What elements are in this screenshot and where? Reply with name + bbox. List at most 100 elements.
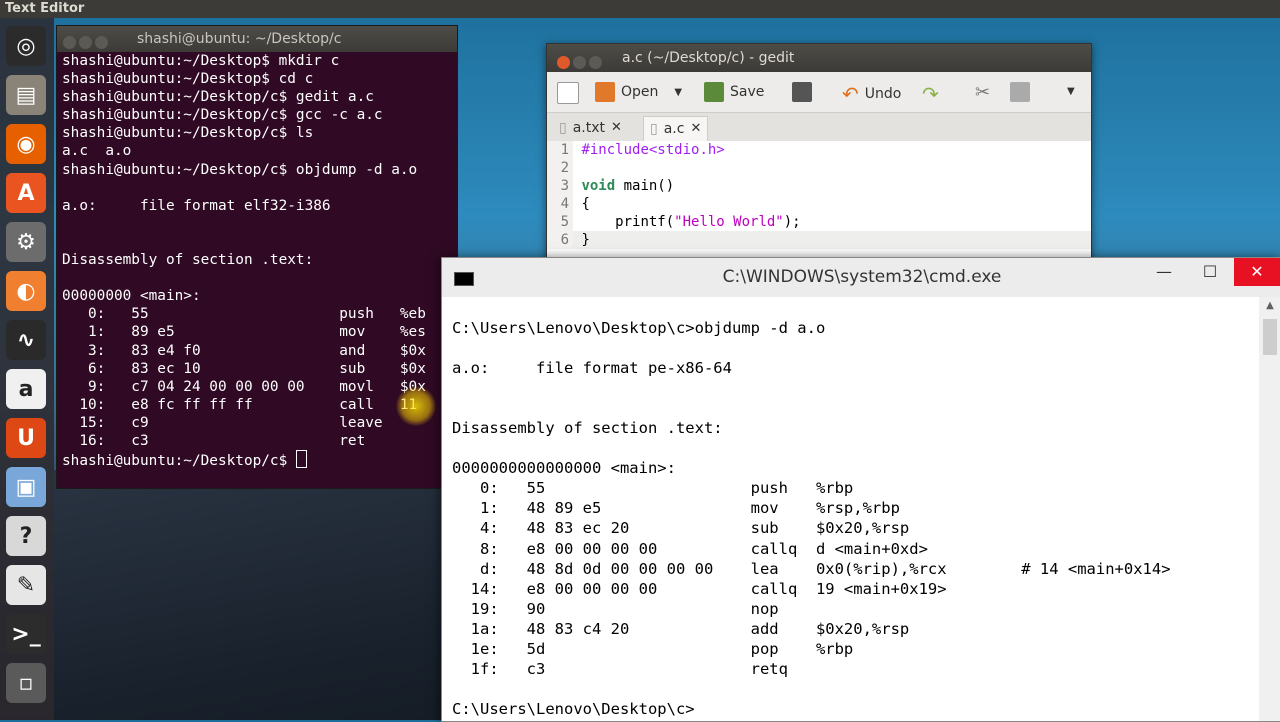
ubuntu-one-icon[interactable]: U: [6, 418, 46, 458]
code-text: #include<stdio.h>: [581, 142, 725, 158]
terminal-window[interactable]: shashi@ubuntu: ~/Desktop/c shashi@ubuntu…: [56, 25, 458, 489]
help-icon[interactable]: ?: [6, 516, 46, 556]
save-label: Save: [730, 84, 765, 100]
gedit-window[interactable]: a.c (~/Desktop/c) - gedit Open ▼ Save ↶ …: [546, 43, 1092, 265]
cut-button[interactable]: ✂: [975, 82, 990, 103]
terminal-line: shashi@ubuntu:~/Desktop/c$ ls: [62, 125, 314, 142]
terminal-titlebar[interactable]: shashi@ubuntu: ~/Desktop/c: [57, 26, 457, 52]
undo-label: Undo: [864, 86, 902, 102]
terminal-line: a.c a.o: [62, 143, 132, 160]
close-icon[interactable]: [63, 36, 76, 49]
code-line[interactable]: 1 #include<stdio.h>: [547, 141, 1091, 159]
terminal-line: shashi@ubuntu:~/Desktop/c$ gcc -c a.c: [62, 107, 383, 124]
terminal-line: 3: 83 e4 f0 and $0x: [62, 342, 426, 359]
text-file-icon: ▯: [650, 121, 658, 137]
open-button[interactable]: Open ▼: [595, 82, 682, 102]
tab-a-txt[interactable]: ▯ a.txt ✕: [553, 116, 628, 140]
cmd-scrollbar[interactable]: ▲: [1259, 297, 1280, 721]
cmd-line: [452, 438, 1171, 458]
files-icon[interactable]: ▤: [6, 75, 46, 115]
gedit-titlebar[interactable]: a.c (~/Desktop/c) - gedit: [547, 44, 1091, 72]
chevron-down-icon: ▼: [1067, 86, 1075, 97]
top-panel: Text Editor: [0, 0, 1280, 18]
text-file-icon: ▯: [559, 120, 567, 136]
copy-icon: [1010, 82, 1030, 102]
cmd-window[interactable]: C:\WINDOWS\system32\cmd.exe — ☐ ✕ C:\Use…: [441, 257, 1280, 722]
terminal-line: 9: c7 04 24 00 00 00 00 movl $0x: [62, 378, 426, 395]
terminal-line: 10: e8 fc ff ff ff call 11: [62, 396, 418, 413]
system-monitor-icon[interactable]: ∿: [6, 320, 46, 360]
code-line[interactable]: 5 printf("Hello World");: [547, 213, 1091, 231]
code-editor[interactable]: 1 #include<stdio.h> 2 3 void main() 4 {5 p…: [547, 141, 1091, 264]
close-icon[interactable]: [557, 56, 570, 69]
code-line[interactable]: 2: [547, 159, 1091, 177]
text-cursor: [295, 450, 307, 469]
minimize-icon[interactable]: —: [1142, 258, 1186, 286]
code-line[interactable]: 6 }: [547, 231, 1091, 249]
code-line[interactable]: 4 {: [547, 195, 1091, 213]
terminal-line: shashi@ubuntu:~/Desktop$ cd c: [62, 71, 314, 88]
minimize-icon[interactable]: [573, 56, 586, 69]
scrollbar-thumb[interactable]: [1263, 319, 1277, 355]
keyword: void: [581, 178, 616, 194]
cmd-line: 0: 55 push %rbp: [452, 479, 854, 498]
terminal-title: shashi@ubuntu: ~/Desktop/c: [137, 31, 342, 47]
line-number: 1: [547, 141, 573, 159]
cmd-titlebar[interactable]: C:\WINDOWS\system32\cmd.exe — ☐ ✕: [442, 258, 1280, 297]
maximize-icon[interactable]: ☐: [1188, 258, 1232, 286]
amazon-icon[interactable]: a: [6, 369, 46, 409]
dash-icon[interactable]: ◎: [6, 26, 46, 66]
maximize-icon[interactable]: [589, 56, 602, 69]
terminal-icon[interactable]: >_: [6, 614, 46, 654]
minimize-icon[interactable]: [79, 36, 92, 49]
terminal-line: Disassembly of section .text:: [62, 252, 314, 269]
cmd-line: 1a: 48 83 c4 20 add $0x20,%rsp: [452, 619, 910, 638]
code-text: void main(): [581, 178, 675, 194]
line-number: 2: [547, 159, 573, 177]
software-center-icon[interactable]: A: [6, 173, 46, 213]
close-icon[interactable]: ✕: [1234, 258, 1280, 286]
undo-arrow-icon: ↶: [842, 82, 859, 106]
terminal-line: shashi@ubuntu:~/Desktop$ mkdir c: [62, 53, 340, 69]
undo-button[interactable]: ↶ Undo: [842, 82, 901, 106]
launcher: ◎ ▤ ◉ A ⚙ ◐ ∿ a U ▣? ✎ >_ ▫: [0, 18, 54, 720]
line-number: 3: [547, 177, 573, 195]
box-icon[interactable]: ▣: [6, 467, 46, 507]
cmd-line: 19: 90 nop: [452, 599, 779, 618]
print-button[interactable]: [792, 82, 812, 102]
code-text: }: [581, 232, 590, 248]
cmd-line: [452, 338, 1171, 358]
settings-icon[interactable]: ⚙: [6, 222, 46, 262]
mouse-pointer-highlight: [396, 386, 436, 426]
line-number: 6: [547, 231, 573, 249]
new-document-button[interactable]: [557, 82, 579, 104]
save-disk-icon[interactable]: ▫: [6, 663, 46, 703]
gedit-tab-bar: ▯ a.txt ✕ ▯ a.c ✕: [547, 113, 1091, 142]
tab-a-c[interactable]: ▯ a.c ✕: [643, 116, 709, 141]
text-editor-icon[interactable]: ✎: [6, 565, 46, 605]
cmd-line: 1f: c3 retq: [452, 659, 788, 678]
terminal-line: 15: c9 leave: [62, 414, 383, 431]
terminal-line: 6: 83 ec 10 sub $0x: [62, 360, 426, 377]
scroll-up-icon[interactable]: ▲: [1259, 297, 1280, 315]
close-icon[interactable]: ✕: [611, 116, 622, 140]
cmd-output[interactable]: C:\Users\Lenovo\Desktop\c>objdump -d a.o…: [452, 318, 1171, 719]
code-line[interactable]: 3 void main(): [547, 177, 1091, 195]
cmd-line: C:\Users\Lenovo\Desktop\c>: [452, 699, 695, 718]
string-literal: "Hello World": [674, 214, 784, 230]
gedit-toolbar: Open ▼ Save ↶ Undo ↷ ✂ ▼: [547, 72, 1091, 113]
firefox-icon[interactable]: ◉: [6, 124, 46, 164]
maximize-icon[interactable]: [95, 36, 108, 49]
save-button[interactable]: Save: [704, 82, 764, 102]
cmd-line: [452, 398, 1171, 418]
orange-app-icon[interactable]: ◐: [6, 271, 46, 311]
close-icon[interactable]: ✕: [690, 117, 701, 141]
tab-label: a.c: [663, 121, 685, 137]
chevron-down-icon[interactable]: ▼: [674, 87, 682, 98]
toolbar-overflow-button[interactable]: ▼: [1067, 86, 1075, 97]
redo-button[interactable]: ↷: [922, 82, 939, 106]
copy-button[interactable]: [1010, 82, 1030, 102]
